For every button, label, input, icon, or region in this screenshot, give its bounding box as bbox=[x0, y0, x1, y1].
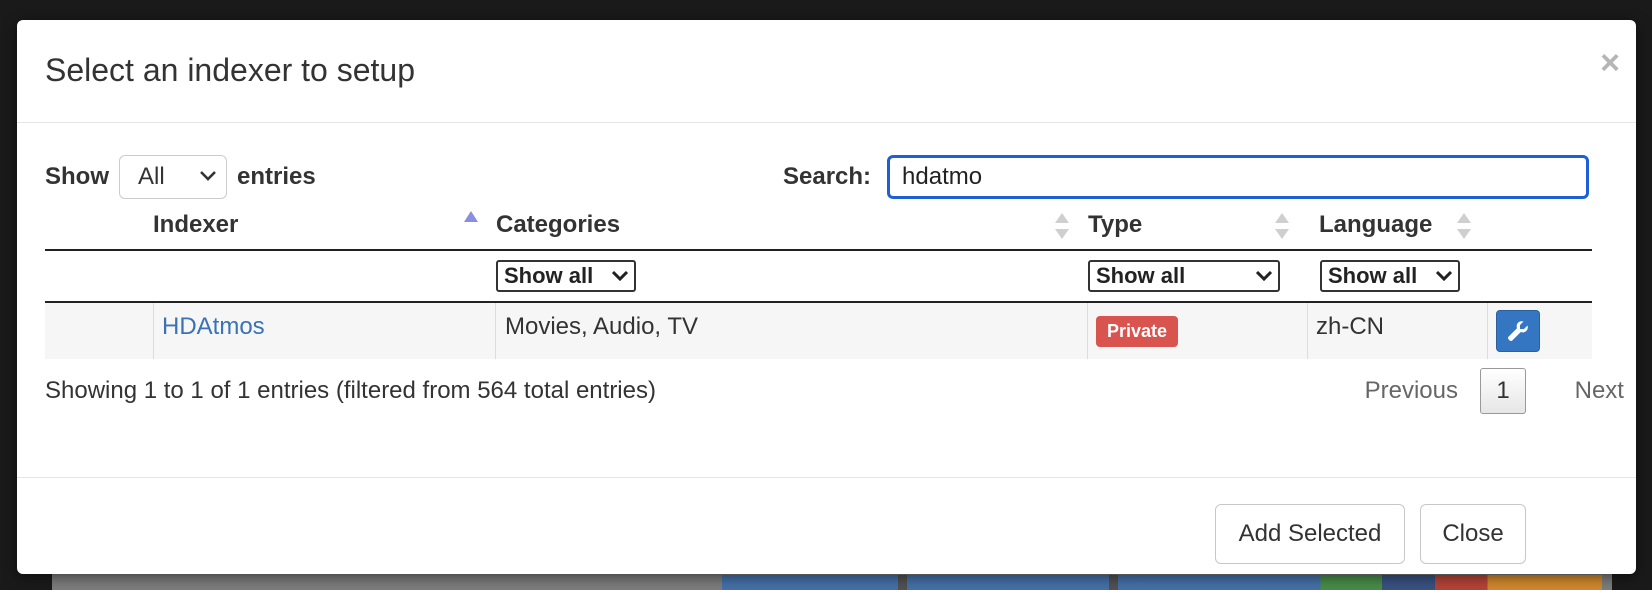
column-header-language[interactable]: Language bbox=[1307, 201, 1487, 249]
column-header-categories-label: Categories bbox=[496, 211, 621, 238]
type-filter-value: Show all bbox=[1096, 263, 1186, 288]
add-selected-button[interactable]: Add Selected bbox=[1215, 504, 1405, 564]
modal-title: Select an indexer to setup bbox=[45, 52, 416, 88]
entries-length-control: Show All entries bbox=[45, 155, 316, 199]
select-column-header bbox=[45, 201, 153, 249]
configure-indexer-button[interactable] bbox=[1496, 310, 1540, 352]
entries-length-select[interactable]: All bbox=[119, 155, 227, 199]
categories-cell: Movies, Audio, TV bbox=[495, 303, 1087, 359]
action-cell bbox=[1487, 303, 1592, 359]
language-filter-value: Show all bbox=[1328, 263, 1418, 288]
chevron-down-icon bbox=[1256, 271, 1272, 281]
type-filter-select[interactable]: Show all bbox=[1088, 260, 1280, 292]
search-control: Search: bbox=[783, 155, 1590, 199]
column-header-type[interactable]: Type bbox=[1087, 201, 1307, 249]
language-cell: zh-CN bbox=[1307, 303, 1487, 359]
table-header-row: Indexer Categories Type Language bbox=[45, 201, 1592, 251]
pagination-previous[interactable]: Previous bbox=[1365, 377, 1458, 405]
column-header-language-label: Language bbox=[1319, 211, 1433, 238]
column-header-categories[interactable]: Categories bbox=[495, 201, 1087, 249]
chevron-down-icon bbox=[200, 168, 216, 186]
categories-filter-select[interactable]: Show all bbox=[496, 260, 636, 292]
table-info-text: Showing 1 to 1 of 1 entries (filtered fr… bbox=[45, 377, 656, 404]
column-header-indexer[interactable]: Indexer bbox=[153, 201, 495, 249]
background-buttons bbox=[722, 575, 1602, 590]
private-badge: Private bbox=[1096, 315, 1179, 347]
modal-body: Show All entries Search: Indexer bbox=[17, 123, 1636, 478]
wrench-icon bbox=[1508, 321, 1528, 341]
entries-length-value: All bbox=[138, 163, 165, 190]
pagination-page-current[interactable]: 1 bbox=[1480, 368, 1526, 414]
modal-header: Select an indexer to setup × bbox=[17, 20, 1636, 123]
sort-ascending-icon bbox=[464, 211, 478, 225]
column-header-indexer-label: Indexer bbox=[153, 211, 239, 238]
close-button[interactable]: Close bbox=[1420, 504, 1526, 564]
indexer-table: Indexer Categories Type Language Show al… bbox=[45, 201, 1592, 359]
chevron-down-icon bbox=[612, 271, 628, 281]
filter-cell-categories: Show all bbox=[496, 251, 636, 301]
length-suffix-label: entries bbox=[237, 163, 316, 190]
table-row[interactable]: HDAtmos Movies, Audio, TV Private zh-CN bbox=[45, 303, 1592, 359]
chevron-down-icon bbox=[1436, 271, 1452, 281]
indexer-cell: HDAtmos bbox=[153, 303, 495, 359]
type-cell: Private bbox=[1087, 303, 1307, 359]
sort-both-icon bbox=[1275, 213, 1289, 241]
indexer-select-modal: Select an indexer to setup × Show All en… bbox=[17, 20, 1636, 574]
pagination: Previous 1 Next bbox=[1365, 368, 1624, 414]
pagination-next[interactable]: Next bbox=[1575, 377, 1624, 405]
close-icon[interactable]: × bbox=[1600, 46, 1620, 80]
filter-cell-type: Show all bbox=[1088, 251, 1280, 301]
modal-footer: Add Selected Close bbox=[17, 478, 1636, 574]
length-prefix-label: Show bbox=[45, 163, 109, 190]
sort-both-icon bbox=[1457, 213, 1471, 241]
sort-both-icon bbox=[1055, 213, 1069, 241]
filter-cell-language: Show all bbox=[1320, 251, 1460, 301]
column-header-type-label: Type bbox=[1088, 211, 1143, 238]
categories-filter-value: Show all bbox=[504, 263, 594, 288]
row-select-cell[interactable] bbox=[45, 303, 153, 359]
search-label: Search: bbox=[783, 163, 872, 190]
search-input[interactable] bbox=[887, 155, 1590, 199]
language-filter-select[interactable]: Show all bbox=[1320, 260, 1460, 292]
table-filter-row: Show all Show all Show all bbox=[45, 251, 1592, 303]
indexer-link[interactable]: HDAtmos bbox=[162, 313, 265, 341]
